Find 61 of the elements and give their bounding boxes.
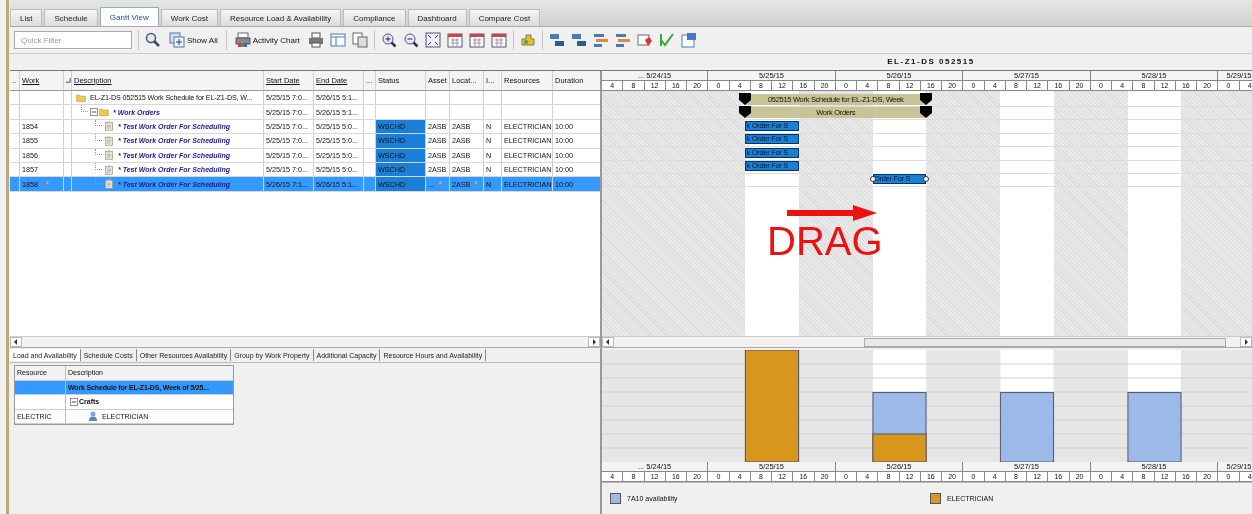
zoom-in-icon[interactable] (380, 32, 397, 48)
availability-bar (999, 392, 1055, 462)
windows-plus-icon (169, 32, 185, 48)
calendar-icon[interactable] (468, 32, 485, 48)
resize-handle[interactable] (923, 176, 930, 183)
activity-chart-button[interactable]: Activity Chart (232, 30, 302, 50)
fit-icon[interactable] (424, 32, 441, 48)
view-tab[interactable]: Compliance (343, 9, 406, 26)
scroll-right-icon[interactable] (588, 337, 600, 347)
scroll-left-icon[interactable] (10, 337, 22, 347)
folder-icon (99, 107, 109, 118)
calendar-icon[interactable] (446, 32, 463, 48)
schedule-title: EL-Z1-DS 052515 (886, 56, 976, 68)
stack-icon[interactable] (548, 32, 565, 48)
copy-icon[interactable] (351, 32, 368, 48)
folder-icon (76, 92, 86, 103)
view-tab[interactable]: Dashboard (407, 9, 467, 26)
clipboard-icon (104, 179, 114, 190)
scroll-left-icon[interactable] (602, 337, 614, 347)
milestone-marker (920, 93, 933, 105)
clipboard-icon (104, 164, 114, 175)
resize-handle[interactable] (869, 176, 876, 183)
print-icon[interactable] (307, 32, 324, 48)
collapse-icon[interactable] (90, 108, 98, 117)
stack-icon[interactable] (570, 32, 587, 48)
view-tab[interactable]: Resource Load & Availability (220, 9, 342, 26)
check-icon[interactable] (658, 32, 675, 48)
column-menu-icon[interactable] (66, 78, 71, 83)
milestone-marker (739, 106, 752, 119)
drag-annotation: DRAG (767, 221, 883, 261)
show-all-button[interactable]: Show All (167, 30, 220, 50)
search-icon[interactable] (145, 32, 161, 48)
scroll-right-icon[interactable] (1240, 337, 1252, 347)
puzzle-icon[interactable] (519, 32, 536, 48)
calendar-icon[interactable] (490, 32, 507, 48)
zoom-out-icon[interactable] (402, 32, 419, 48)
view-tab[interactable]: Schedule (44, 9, 98, 26)
bars-icon[interactable] (614, 32, 631, 48)
milestone-marker (920, 106, 933, 119)
layout-icon[interactable] (329, 32, 346, 48)
wrench-icon (471, 180, 479, 188)
quick-filter-field[interactable]: Quick Filter (14, 31, 132, 49)
view-tab[interactable]: List (10, 9, 43, 26)
window-icon[interactable] (680, 32, 697, 48)
horizontal-scrollbar[interactable] (602, 336, 1252, 347)
tag-icon[interactable] (636, 32, 653, 48)
clipboard-icon (104, 135, 114, 146)
view-tab[interactable]: Work Cost (160, 9, 218, 26)
printer-chart-icon (234, 32, 251, 48)
clipboard-icon (104, 121, 114, 132)
clipboard-icon (104, 150, 114, 161)
person-icon (88, 411, 98, 422)
milestone-marker (739, 93, 752, 105)
availability-bar (1127, 392, 1182, 462)
bars-icon[interactable] (592, 32, 609, 48)
view-tab[interactable]: Gantt View (99, 7, 159, 26)
collapse-icon[interactable] (70, 397, 78, 406)
horizontal-scrollbar[interactable] (10, 336, 600, 347)
scrollbar-thumb[interactable] (864, 337, 1226, 347)
view-tab[interactable]: Compare Cost (468, 9, 541, 26)
wrench-icon (435, 180, 442, 188)
